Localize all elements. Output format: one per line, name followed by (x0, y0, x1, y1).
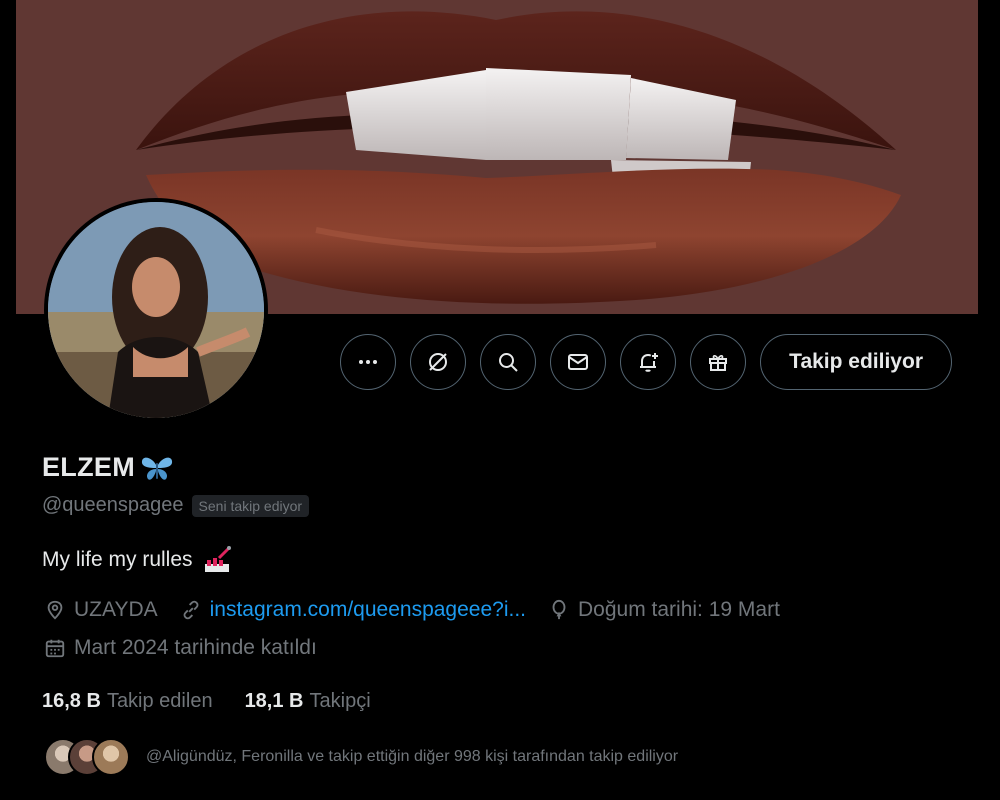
avatar-image (48, 202, 264, 418)
butterfly-icon (141, 457, 173, 480)
following-button[interactable]: Takip ediliyor (760, 334, 952, 390)
more-button[interactable] (340, 334, 397, 390)
following-count: 16,8 B (42, 690, 101, 712)
bio: My life my rulles (42, 546, 233, 574)
gift-button[interactable] (690, 334, 747, 390)
followers-label: Takipçi (309, 690, 371, 712)
joined: Mart 2024 tarihinde katıldı (44, 636, 317, 660)
gift-icon (709, 355, 728, 371)
followers-stat[interactable]: 18,1 B Takipçi (245, 690, 371, 713)
birthday-text: Doğum tarihi: 19 Mart (578, 598, 780, 621)
following-stat[interactable]: 16,8 B Takip edilen (42, 690, 213, 713)
handle-row: @queenspagee Seni takip ediyor (42, 494, 310, 517)
user-handle: @queenspagee (42, 494, 184, 516)
balloon-icon (552, 599, 566, 620)
bell-plus-icon (640, 353, 659, 372)
profile-page: Takip ediliyor ELZEM @queenspagee Seni t… (16, 0, 978, 800)
bio-text: My life my rulles (42, 548, 193, 571)
mail-icon (568, 354, 589, 370)
joined-text: Mart 2024 tarihinde katıldı (74, 636, 317, 659)
name-row: ELZEM (42, 452, 175, 483)
grok-icon (429, 353, 448, 371)
link-icon (183, 600, 199, 620)
more-icon (359, 360, 378, 364)
joined-row: Mart 2024 tarihinde katıldı (44, 636, 339, 660)
website-link[interactable]: instagram.com/queenspageee?i... (210, 598, 526, 622)
message-button[interactable] (550, 334, 607, 390)
location-text: UZAYDA (74, 598, 158, 621)
follows-you-badge: Seni takip ediyor (191, 494, 310, 517)
grok-button[interactable] (410, 334, 467, 390)
mini-avatar (92, 738, 130, 776)
website: instagram.com/queenspageee?i... (180, 598, 526, 622)
calendar-icon (45, 639, 65, 658)
notify-button[interactable] (620, 334, 677, 390)
birthday: Doğum tarihi: 19 Mart (548, 598, 780, 622)
followers-count: 18,1 B (244, 690, 304, 712)
followed-by-row[interactable]: @Aligündüz, Feronilla ve takip ettiğin d… (44, 738, 678, 776)
location-pin-icon (47, 600, 63, 620)
profile-avatar[interactable] (44, 198, 268, 422)
lipstick-icon (204, 546, 231, 572)
follow-stats: 16,8 B Takip edilen 18,1 B Takipçi (42, 690, 371, 713)
following-label: Takip edilen (106, 690, 213, 712)
display-name: ELZEM (42, 452, 135, 482)
search-icon (499, 353, 518, 372)
followed-by-text: @Aligündüz, Feronilla ve takip ettiğin d… (146, 748, 679, 765)
search-button[interactable] (480, 334, 537, 390)
location: UZAYDA (44, 598, 158, 622)
profile-meta: UZAYDA instagram.com/queenspageee?i... D… (44, 598, 802, 622)
followers-you-know-avatars (44, 738, 130, 776)
profile-actions: Takip ediliyor (340, 334, 952, 390)
